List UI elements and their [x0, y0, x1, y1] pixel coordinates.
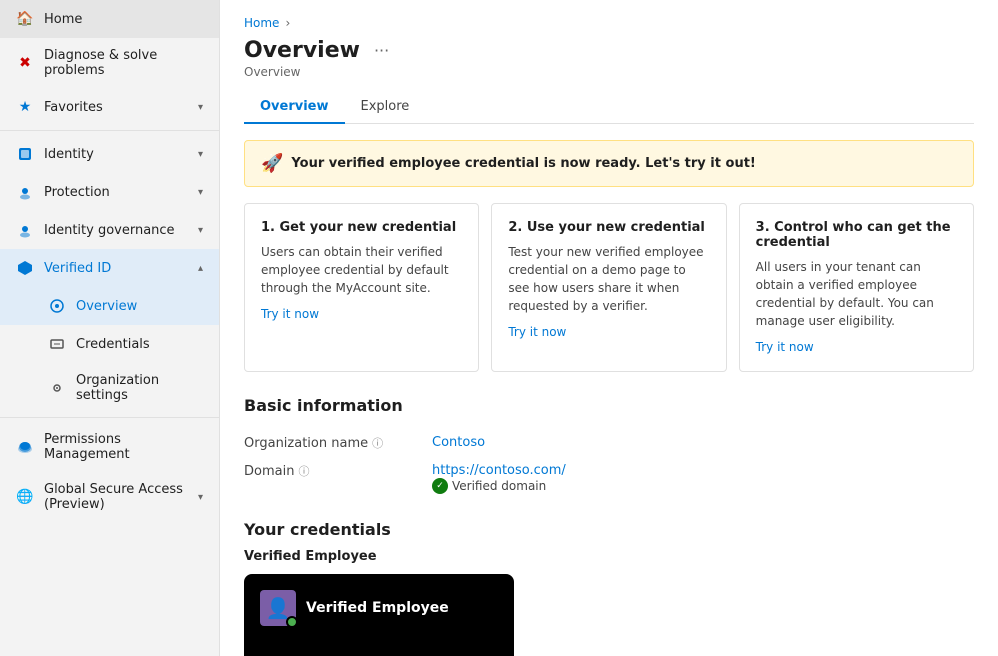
credential-ready-banner: 🚀 Your verified employee credential is n… — [244, 140, 974, 187]
sidebar-item-home-label: Home — [44, 12, 203, 27]
step-card-3: 3. Control who can get the credential Al… — [739, 203, 974, 372]
protection-icon — [16, 183, 34, 201]
credential-type-label: Verified Employee — [244, 549, 974, 564]
breadcrumb: Home › — [244, 16, 974, 30]
star-icon: ★ — [16, 98, 34, 116]
sidebar-item-identity[interactable]: Identity ▾ — [0, 135, 219, 173]
rocket-icon: 🚀 — [261, 153, 283, 174]
page-header: Overview ··· — [244, 38, 974, 63]
step-card-3-desc: All users in your tenant can obtain a ve… — [756, 258, 957, 330]
sidebar-item-identity-governance[interactable]: Identity governance ▾ — [0, 211, 219, 249]
sidebar-item-diagnose[interactable]: ✖ Diagnose & solve problems — [0, 38, 219, 88]
tab-explore[interactable]: Explore — [345, 91, 426, 124]
chevron-down-icon-global: ▾ — [198, 492, 203, 503]
basic-info-table: Organization name ⓘ Contoso Domain ⓘ htt… — [244, 429, 974, 500]
step-card-1-desc: Users can obtain their verified employee… — [261, 243, 462, 297]
breadcrumb-separator: › — [285, 16, 290, 30]
sidebar: 🏠 Home ✖ Diagnose & solve problems ★ Fav… — [0, 0, 220, 656]
chevron-down-icon-governance: ▾ — [198, 225, 203, 236]
sidebar-item-permissions-label: Permissions Management — [44, 432, 203, 462]
sidebar-item-protection-label: Protection — [44, 185, 188, 200]
org-name-info-icon[interactable]: ⓘ — [372, 435, 383, 451]
domain-link[interactable]: https://contoso.com/ — [432, 463, 566, 478]
sidebar-item-identity-label: Identity — [44, 147, 188, 162]
org-name-label: Organization name ⓘ — [244, 435, 424, 451]
governance-icon — [16, 221, 34, 239]
step-card-1-try-link[interactable]: Try it now — [261, 307, 319, 321]
banner-text: Your verified employee credential is now… — [291, 156, 755, 171]
sidebar-item-diagnose-label: Diagnose & solve problems — [44, 48, 203, 78]
sidebar-submenu-org-settings-label: Organization settings — [76, 373, 203, 403]
sidebar-item-permissions[interactable]: Permissions Management — [0, 422, 219, 472]
chevron-down-icon: ▾ — [198, 102, 203, 113]
step-card-1: 1. Get your new credential Users can obt… — [244, 203, 479, 372]
step-card-2-title: 2. Use your new credential — [508, 220, 709, 235]
step-card-3-try-link[interactable]: Try it now — [756, 340, 814, 354]
sidebar-submenu-item-overview[interactable]: Overview — [0, 287, 219, 325]
sidebar-item-protection[interactable]: Protection ▾ — [0, 173, 219, 211]
sidebar-item-verified-id-label: Verified ID — [44, 261, 188, 276]
step-cards: 1. Get your new credential Users can obt… — [244, 203, 974, 372]
tab-overview[interactable]: Overview — [244, 91, 345, 124]
tabs: Overview Explore — [244, 91, 974, 124]
org-name-value: Contoso — [432, 435, 485, 450]
chevron-up-icon-verified-id: ▴ — [198, 263, 203, 274]
domain-info-icon[interactable]: ⓘ — [298, 463, 309, 479]
step-card-2-try-link[interactable]: Try it now — [508, 325, 566, 339]
sidebar-item-identity-governance-label: Identity governance — [44, 223, 188, 238]
sidebar-submenu-credentials-label: Credentials — [76, 337, 203, 352]
org-settings-icon — [48, 379, 66, 397]
credential-card: 👤 Verified Employee Contoso — [244, 574, 514, 656]
diagnose-icon: ✖ — [16, 54, 34, 72]
sidebar-submenu-overview-label: Overview — [76, 299, 203, 314]
sidebar-item-global-secure-label: Global Secure Access (Preview) — [44, 482, 188, 512]
verified-check-icon: ✓ — [432, 478, 448, 494]
chevron-down-icon-protection: ▾ — [198, 187, 203, 198]
sidebar-item-verified-id[interactable]: Verified ID ▴ — [0, 249, 219, 287]
basic-info-title: Basic information — [244, 396, 974, 415]
step-card-1-title: 1. Get your new credential — [261, 220, 462, 235]
sidebar-submenu-verified-id: Overview Credentials Organization settin… — [0, 287, 219, 413]
org-name-row: Organization name ⓘ Contoso — [244, 429, 974, 457]
credentials-icon — [48, 335, 66, 353]
step-card-2: 2. Use your new credential Test your new… — [491, 203, 726, 372]
overview-icon — [48, 297, 66, 315]
credential-card-header: 👤 Verified Employee — [260, 590, 498, 626]
main-content: Home › Overview ··· Overview Overview Ex… — [220, 0, 998, 656]
step-card-2-desc: Test your new verified employee credenti… — [508, 243, 709, 315]
verified-domain-badge: ✓ Verified domain — [432, 478, 566, 494]
domain-value-container: https://contoso.com/ ✓ Verified domain — [432, 463, 566, 494]
page-menu-button[interactable]: ··· — [368, 39, 395, 62]
credentials-section-title: Your credentials — [244, 520, 974, 539]
domain-row: Domain ⓘ https://contoso.com/ ✓ Verified… — [244, 457, 974, 500]
sidebar-item-global-secure[interactable]: 🌐 Global Secure Access (Preview) ▾ — [0, 472, 219, 522]
domain-label: Domain ⓘ — [244, 463, 424, 479]
chevron-down-icon-identity: ▾ — [198, 149, 203, 160]
sidebar-submenu-item-org-settings[interactable]: Organization settings — [0, 363, 219, 413]
page-title: Overview — [244, 38, 360, 63]
page-subtitle: Overview — [244, 65, 974, 79]
card-name: Verified Employee — [306, 600, 449, 616]
card-avatar-dot — [286, 616, 298, 628]
sidebar-item-home[interactable]: 🏠 Home — [0, 0, 219, 38]
cloud-icon — [16, 438, 34, 456]
sidebar-item-favorites-label: Favorites — [44, 100, 188, 115]
step-card-3-title: 3. Control who can get the credential — [756, 220, 957, 250]
sidebar-submenu-item-credentials[interactable]: Credentials — [0, 325, 219, 363]
globe-icon: 🌐 — [16, 488, 34, 506]
breadcrumb-home[interactable]: Home — [244, 16, 279, 30]
sidebar-item-favorites[interactable]: ★ Favorites ▾ — [0, 88, 219, 126]
verified-id-icon — [16, 259, 34, 277]
home-icon: 🏠 — [16, 10, 34, 28]
card-avatar-icon: 👤 — [266, 596, 291, 620]
card-avatar: 👤 — [260, 590, 296, 626]
identity-icon — [16, 145, 34, 163]
